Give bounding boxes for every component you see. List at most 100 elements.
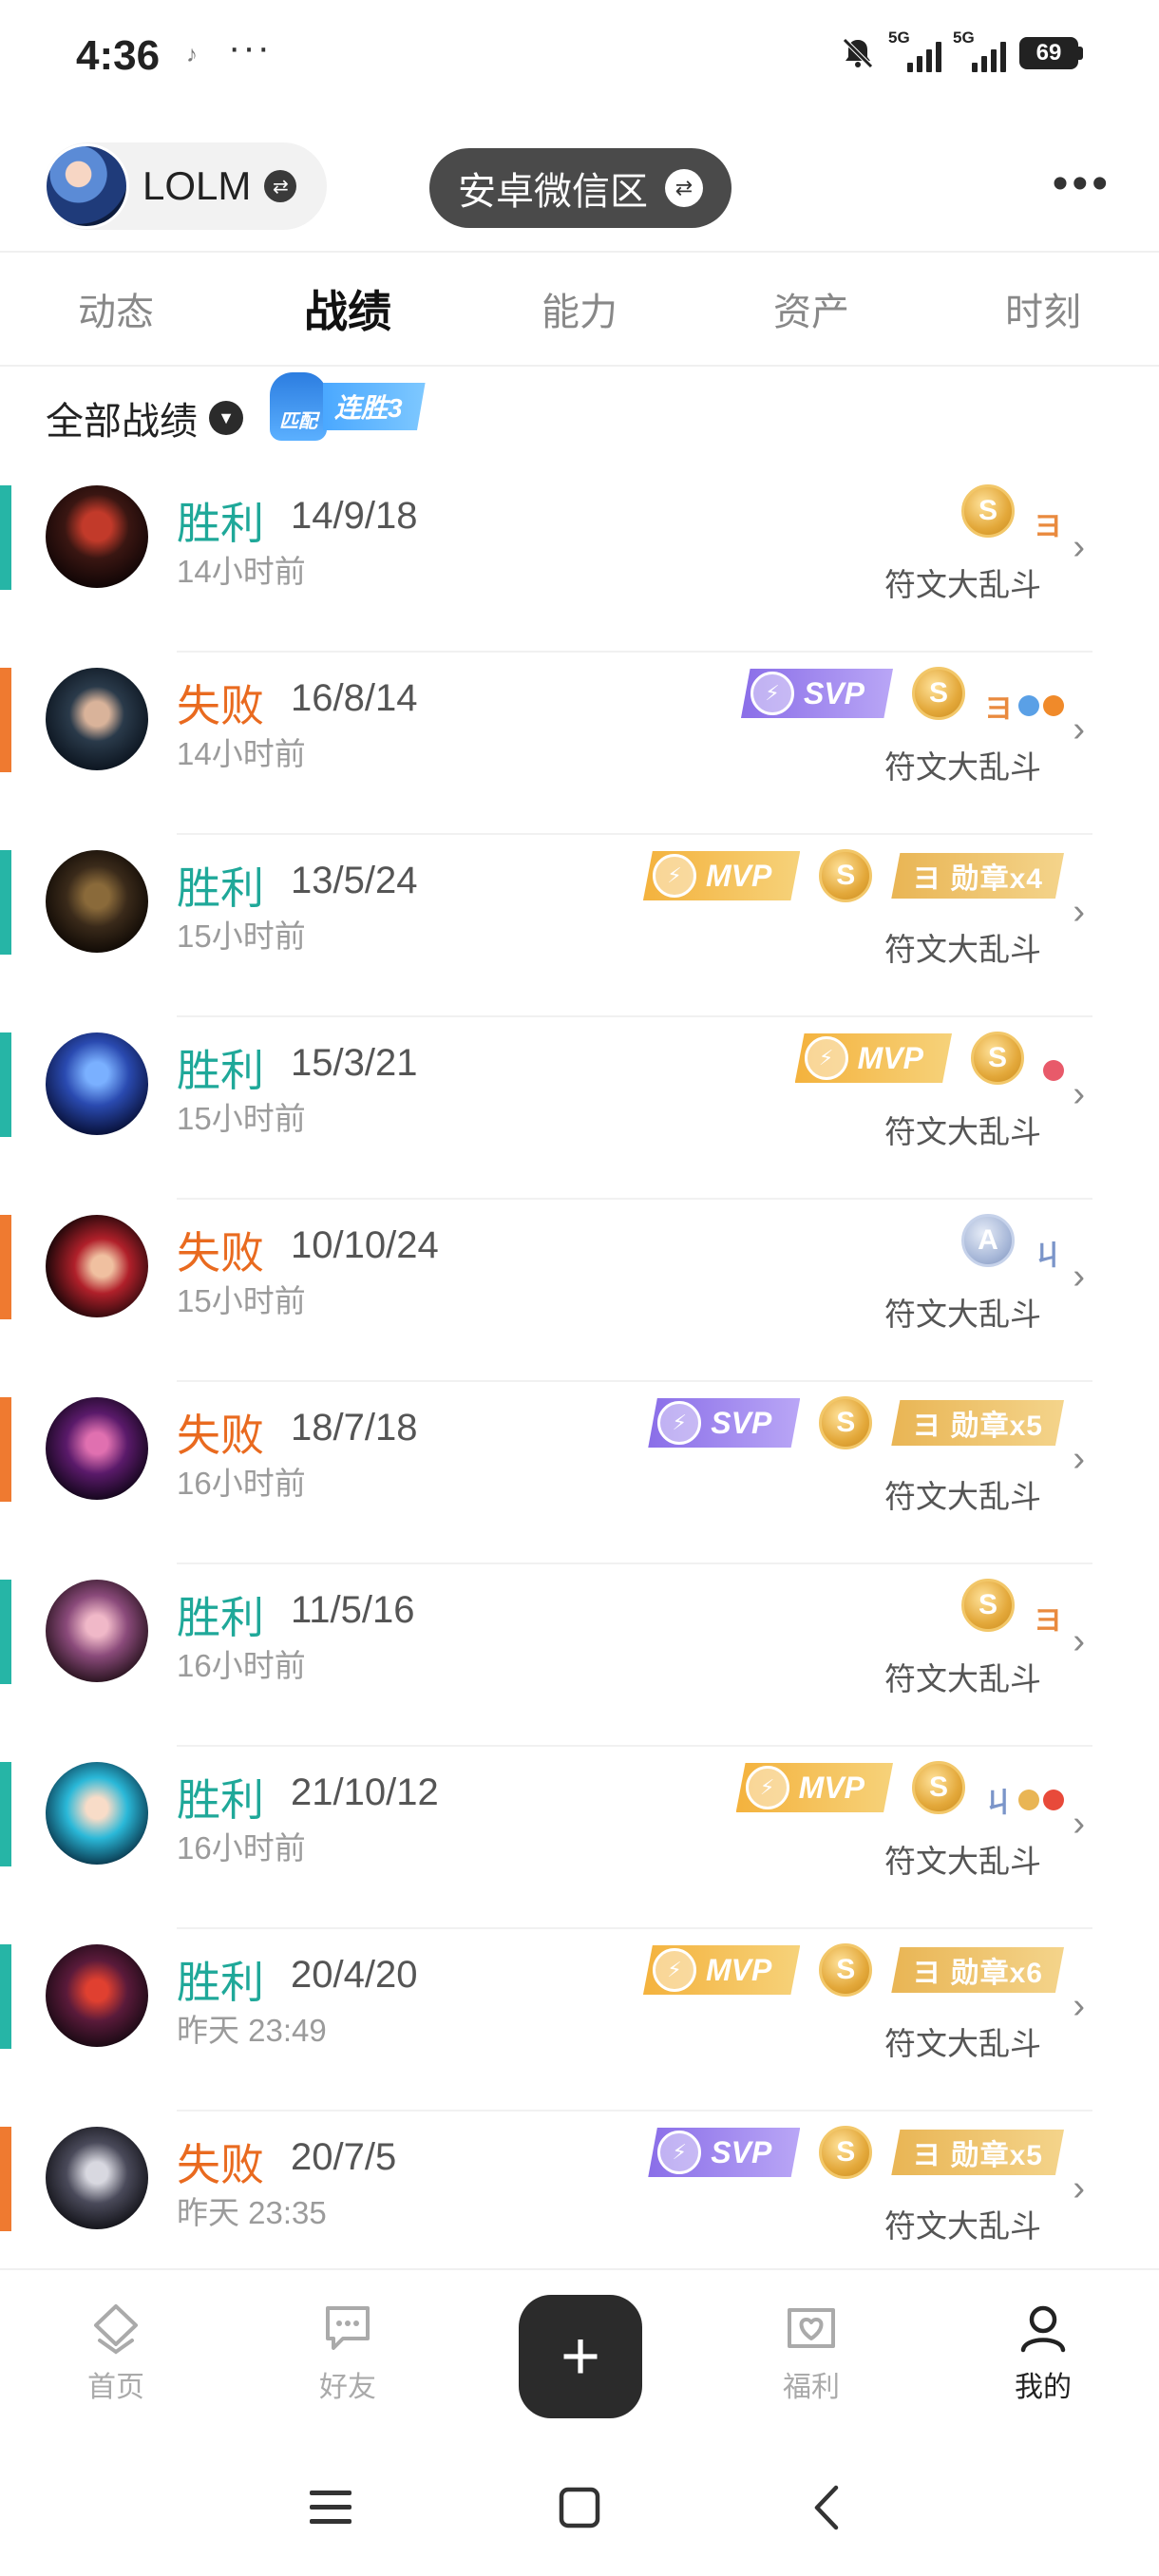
battery-icon: 69 <box>1019 37 1083 69</box>
chevron-right-icon: › <box>1073 1621 1085 1661</box>
chevron-right-icon: › <box>1073 710 1085 749</box>
match-kda: 18/7/18 <box>291 1407 418 1449</box>
battery-level: 69 <box>1019 37 1078 69</box>
medal-badge: ヨ 勋章x6 <box>891 1947 1064 1993</box>
tab-dynamics[interactable]: 动态 <box>0 253 232 365</box>
result-indicator <box>0 2127 11 2231</box>
back-button[interactable] <box>798 2479 855 2536</box>
match-mode: 符文大乱斗 <box>884 1479 1041 1514</box>
bell-mute-icon <box>843 38 873 68</box>
match-mode: 符文大乱斗 <box>884 1114 1041 1149</box>
status-time: 4:36 <box>76 32 161 79</box>
menu-button[interactable] <box>302 2479 359 2536</box>
switch-icon: ⇄ <box>264 170 297 202</box>
match-time: 14小时前 <box>177 554 306 589</box>
nav-profile[interactable]: 我的 <box>986 2299 1100 2405</box>
nav-label: 好友 <box>319 2372 376 2403</box>
filter-label: 全部战绩 <box>46 401 198 443</box>
nav-benefits[interactable]: 福利 <box>754 2299 868 2405</box>
records-filter[interactable]: 全部战绩 ▼ <box>46 370 243 465</box>
chat-icon <box>326 2306 370 2350</box>
tab-moments[interactable]: 时刻 <box>927 253 1159 365</box>
status-indicators: 5G 5G 69 <box>839 28 1083 72</box>
tab-records[interactable]: 战绩 <box>232 253 464 365</box>
match-row[interactable]: 胜利 13/5/24 15小时前 ⚡ MVP S ヨ 勋章x4 符文大乱斗 › <box>0 835 1159 1017</box>
blood-drop-icon <box>1043 1790 1064 1810</box>
match-time: 15小时前 <box>177 1283 306 1318</box>
achievement-icons: ヨ <box>984 685 1064 727</box>
match-row[interactable]: 胜利 11/5/16 16小时前 S ヨ 符文大乱斗 › <box>0 1564 1159 1747</box>
match-kda: 10/10/24 <box>291 1224 439 1266</box>
match-result: 胜利 <box>177 1958 264 2007</box>
game-switcher[interactable]: LOLM ⇄ <box>44 142 327 230</box>
signal-icon: 5G <box>953 28 1006 72</box>
s-rank-icon: S <box>961 484 1015 538</box>
match-kda: 20/7/5 <box>291 2136 397 2178</box>
match-result: 胜利 <box>177 1593 264 1642</box>
match-badges: ⚡ SVP S ヨ 勋章x5 <box>648 1390 1064 1456</box>
match-badges: S ヨ <box>961 478 1064 544</box>
chevron-right-icon: › <box>1073 1257 1085 1297</box>
win-streak-badge: 匹配 连胜3 <box>270 372 426 441</box>
menu-icon <box>310 2491 352 2524</box>
match-badges: ⚡ SVP S ヨ <box>740 660 1064 727</box>
match-row[interactable]: 失败 10/10/24 15小时前 A ㄐ 符文大乱斗 › <box>0 1200 1159 1382</box>
match-row[interactable]: 失败 16/8/14 14小时前 ⚡ SVP S ヨ 符文大乱斗 › <box>0 653 1159 835</box>
hero-avatar <box>46 1944 148 2047</box>
match-row[interactable]: 胜利 15/3/21 15小时前 ⚡ MVP S 符文大乱斗 › <box>0 1017 1159 1200</box>
nav-label: 首页 <box>87 2372 144 2403</box>
match-badges: ⚡ MVP S ヨ 勋章x4 <box>642 843 1064 909</box>
match-row[interactable]: 失败 18/7/18 16小时前 ⚡ SVP S ヨ 勋章x5 符文大乱斗 › <box>0 1382 1159 1564</box>
mvp-badge: ⚡ MVP <box>794 1033 952 1083</box>
match-time: 昨天 23:35 <box>177 2195 327 2230</box>
match-mode: 符文大乱斗 <box>884 1661 1041 1696</box>
match-kda: 16/8/14 <box>291 677 418 719</box>
tab-assets[interactable]: 资产 <box>695 253 927 365</box>
match-badges: ⚡ MVP S <box>794 1025 1064 1091</box>
match-list: 胜利 14/9/18 14小时前 S ヨ 符文大乱斗 › 失败 16/8/14 … <box>0 470 1159 2294</box>
result-indicator <box>0 850 11 955</box>
match-row[interactable]: 失败 20/7/5 昨天 23:35 ⚡ SVP S ヨ 勋章x5 符文大乱斗 › <box>0 2112 1159 2294</box>
header: LOLM ⇄ 安卓微信区 ⇄ ••• <box>0 142 1159 247</box>
hero-avatar <box>46 1215 148 1317</box>
region-switcher[interactable]: 安卓微信区 ⇄ <box>429 148 732 228</box>
match-row[interactable]: 胜利 21/10/12 16小时前 ⚡ MVP S ㄐ 符文大乱斗 › <box>0 1747 1159 1929</box>
mvp-badge: ⚡ MVP <box>642 851 801 900</box>
svp-badge: ⚡ SVP <box>648 2128 801 2177</box>
switch-icon: ⇄ <box>665 169 703 207</box>
game-name: LOLM <box>142 163 252 208</box>
hero-avatar <box>46 1032 148 1135</box>
achievement-icons: ヨ <box>1034 511 1064 542</box>
match-kda: 14/9/18 <box>291 495 418 537</box>
flower-icon <box>1018 695 1039 716</box>
match-badges: ⚡ MVP S ヨ 勋章x6 <box>642 1937 1064 2003</box>
medal-badge: ヨ 勋章x5 <box>891 1400 1064 1446</box>
match-result: 失败 <box>177 2140 264 2189</box>
chevron-right-icon: › <box>1073 2169 1085 2208</box>
chevron-right-icon: › <box>1073 1074 1085 1114</box>
system-nav <box>0 2441 1159 2576</box>
match-kda: 21/10/12 <box>291 1771 439 1813</box>
flame-icon <box>1043 695 1064 716</box>
create-button[interactable]: + <box>519 2295 642 2418</box>
hero-avatar <box>46 485 148 588</box>
tab-ability[interactable]: 能力 <box>464 253 695 365</box>
square-icon <box>559 2487 600 2529</box>
match-kda: 11/5/16 <box>291 1589 415 1631</box>
result-indicator <box>0 1215 11 1319</box>
match-result: 失败 <box>177 681 264 730</box>
tab-bar: 动态 战绩 能力 资产 时刻 <box>0 251 1159 367</box>
home-button[interactable] <box>551 2479 608 2536</box>
match-row[interactable]: 胜利 14/9/18 14小时前 S ヨ 符文大乱斗 › <box>0 470 1159 653</box>
match-mode: 符文大乱斗 <box>884 932 1041 967</box>
nav-home[interactable]: 首页 <box>59 2299 173 2405</box>
achievement-icons <box>1043 1060 1064 1081</box>
hero-avatar <box>46 2127 148 2229</box>
hero-avatar <box>46 1580 148 1682</box>
status-bar: 4:36 ♪ ··· 5G 5G 69 <box>0 0 1159 114</box>
coin-icon <box>1018 1790 1039 1810</box>
more-button[interactable]: ••• <box>1053 161 1112 207</box>
nav-friends[interactable]: 好友 <box>291 2299 405 2405</box>
match-row[interactable]: 胜利 20/4/20 昨天 23:49 ⚡ MVP S ヨ 勋章x6 符文大乱斗 … <box>0 1929 1159 2112</box>
achievement-icons: ㄐ <box>1034 1241 1064 1272</box>
